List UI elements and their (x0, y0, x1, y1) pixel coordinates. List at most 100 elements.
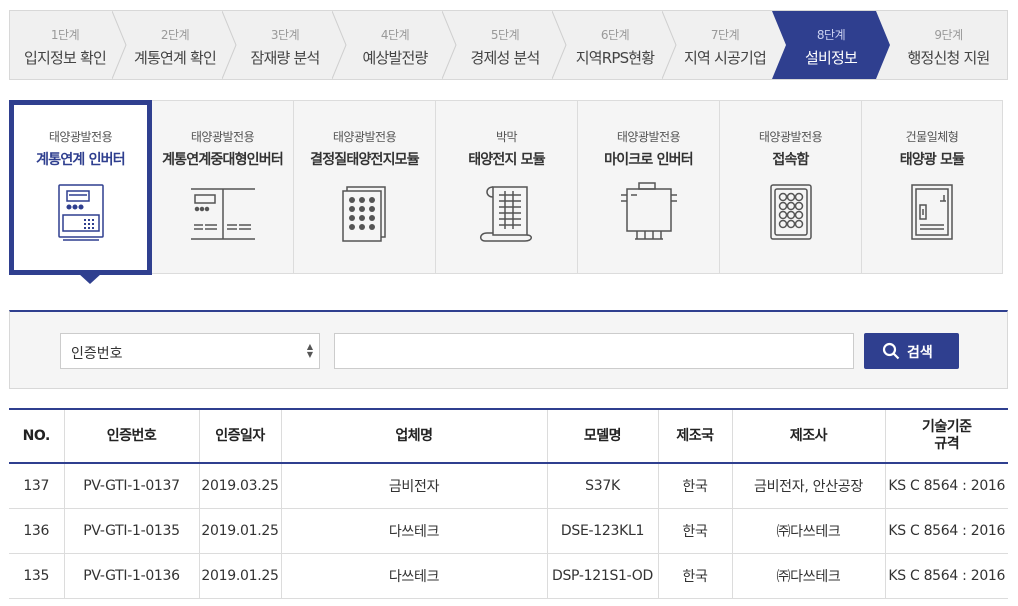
search-type-select[interactable]: 인증번호 ▲ ▼ (60, 333, 320, 369)
step-number: 1단계 (50, 28, 80, 42)
col-header-country: 제조국 (657, 408, 732, 464)
bipv-module-icon (911, 184, 953, 240)
cell-company: 다쓰테크 (280, 508, 547, 554)
table-row[interactable]: 135 PV-GTI-1-0136 2019.01.25 다쓰테크 DSP-12… (9, 553, 1008, 599)
table-row[interactable]: 136 PV-GTI-1-0135 2019.01.25 다쓰테크 DSE-12… (9, 508, 1008, 554)
cell-country: 한국 (657, 553, 732, 599)
cell-tech-standard: KS C 8564 : 2016 (884, 508, 1008, 554)
step-number: 8단계 (816, 28, 846, 42)
category-title: 마이크로 인버터 (604, 152, 693, 168)
category-subtitle: 태양광발전용 (332, 130, 397, 144)
category-thin-film-module[interactable]: 박막 태양전지 모듈 (436, 101, 578, 273)
search-icon (882, 342, 900, 360)
cell-model: DSP-121S1-OD (546, 553, 658, 599)
step-number: 6단계 (600, 28, 630, 42)
category-title: 계통연계중대형인버터 (162, 152, 284, 168)
cell-manufacturer: ㈜다쓰테크 (731, 508, 885, 554)
category-subtitle: 태양광발전용 (758, 130, 823, 144)
step-number: 2단계 (160, 28, 190, 42)
equipment-category-tabs: 태양광발전용 계통연계 인버터 태양광발전용 계통연계중대형인버터 태양광발전용… (9, 100, 1003, 275)
category-large-inverter[interactable]: 태양광발전용 계통연계중대형인버터 (152, 101, 294, 273)
thin-film-module-icon (479, 186, 532, 242)
select-arrows-icon: ▲ ▼ (306, 342, 313, 359)
search-input[interactable] (334, 333, 854, 369)
table-header-row: NO. 인증번호 인증일자 업체명 모델명 제조국 제조사 기술기준 규격 (9, 408, 1008, 464)
step-8-active[interactable]: 8단계 설비정보 (772, 11, 890, 79)
category-title: 계통연계 인버터 (36, 152, 125, 168)
step-number: 9단계 (934, 28, 963, 42)
col-header-tech-standard: 기술기준 규격 (884, 408, 1008, 464)
step-label: 계통연계 확인 (134, 49, 217, 67)
step-3[interactable]: 3단계 잠재량 분석 (230, 11, 347, 79)
cell-no: 136 (9, 508, 64, 554)
table-row[interactable]: 137 PV-GTI-1-0137 2019.03.25 금비전자 S37K 한… (9, 463, 1008, 509)
cell-cert-number: PV-GTI-1-0137 (63, 463, 199, 509)
micro-inverter-icon (620, 182, 677, 240)
col-header-model: 모델명 (546, 408, 658, 464)
category-subtitle: 태양광발전용 (48, 130, 113, 144)
cell-cert-number: PV-GTI-1-0135 (63, 508, 199, 554)
search-button[interactable]: 검색 (864, 333, 959, 369)
cell-cert-date: 2019.01.25 (198, 553, 281, 599)
cell-model: S37K (546, 463, 658, 509)
category-crystalline-module[interactable]: 태양광발전용 결정질태양전지모듈 (294, 101, 436, 273)
step-label: 설비정보 (804, 49, 858, 67)
category-bipv-module[interactable]: 건물일체형 태양광 모듈 (862, 101, 1002, 273)
certification-table: NO. 인증번호 인증일자 업체명 모델명 제조국 제조사 기술기준 규격 13… (9, 408, 1008, 599)
category-subtitle: 태양광발전용 (616, 130, 681, 144)
step-label: 경제성 분석 (470, 49, 541, 67)
step-1[interactable]: 1단계 입지정보 확인 (10, 11, 127, 79)
cell-tech-standard: KS C 8564 : 2016 (884, 553, 1008, 599)
step-2[interactable]: 2단계 계통연계 확인 (120, 11, 237, 79)
step-label: 예상발전량 (362, 49, 428, 67)
cell-model: DSE-123KL1 (546, 508, 658, 554)
junction-box-icon (769, 184, 812, 240)
step-label: 잠재량 분석 (250, 49, 321, 67)
cell-manufacturer: ㈜다쓰테크 (731, 553, 885, 599)
crystalline-module-icon (341, 186, 386, 242)
step-6[interactable]: 6단계 지역RPS현황 (560, 11, 677, 79)
cell-company: 다쓰테크 (280, 553, 547, 599)
category-micro-inverter[interactable]: 태양광발전용 마이크로 인버터 (578, 101, 720, 273)
step-4[interactable]: 4단계 예상발전량 (340, 11, 457, 79)
category-title: 태양광 모듈 (899, 152, 965, 168)
step-5[interactable]: 5단계 경제성 분석 (450, 11, 567, 79)
cell-country: 한국 (657, 508, 732, 554)
category-subtitle: 건물일체형 (905, 130, 959, 144)
step-number: 5단계 (490, 28, 520, 42)
active-tab-pointer (78, 273, 102, 284)
cell-cert-date: 2019.01.25 (198, 508, 281, 554)
cell-cert-date: 2019.03.25 (198, 463, 281, 509)
step-label: 지역RPS현황 (575, 49, 655, 67)
col-header-cert-number: 인증번호 (63, 408, 199, 464)
cell-no: 137 (9, 463, 64, 509)
cell-no: 135 (9, 553, 64, 599)
category-title: 태양전지 모듈 (468, 152, 545, 168)
cell-tech-standard: KS C 8564 : 2016 (884, 463, 1008, 509)
cell-company: 금비전자 (280, 463, 547, 509)
category-subtitle: 태양광발전용 (190, 130, 255, 144)
step-number: 7단계 (710, 28, 740, 42)
step-label: 지역 시공기업 (684, 49, 767, 67)
search-button-label: 검색 (907, 345, 933, 361)
cell-cert-number: PV-GTI-1-0136 (63, 553, 199, 599)
step-label: 행정신청 지원 (907, 49, 991, 67)
inverter-icon (57, 184, 104, 241)
step-7[interactable]: 7단계 지역 시공기업 (670, 11, 780, 79)
search-type-value: 인증번호 (71, 346, 123, 362)
step-label: 입지정보 확인 (24, 49, 107, 67)
step-progress-bar: 1단계 입지정보 확인 2단계 계통연계 확인 3단계 잠재량 분석 4단계 예… (9, 10, 1008, 80)
category-grid-inverter[interactable]: 태양광발전용 계통연계 인버터 (9, 100, 152, 275)
step-9[interactable]: 9단계 행정신청 지원 (890, 11, 1007, 79)
step-number: 3단계 (270, 28, 300, 42)
col-header-cert-date: 인증일자 (198, 408, 281, 464)
large-inverter-icon (190, 188, 255, 240)
category-title: 결정질태양전지모듈 (310, 152, 420, 168)
cell-manufacturer: 금비전자, 안산공장 (731, 463, 885, 509)
col-header-company: 업체명 (280, 408, 547, 464)
category-subtitle: 박막 (495, 130, 518, 144)
search-panel: 인증번호 ▲ ▼ 검색 (9, 310, 1008, 389)
step-number: 4단계 (380, 28, 410, 42)
category-title: 접속함 (772, 152, 809, 168)
category-junction-box[interactable]: 태양광발전용 접속함 (720, 101, 862, 273)
